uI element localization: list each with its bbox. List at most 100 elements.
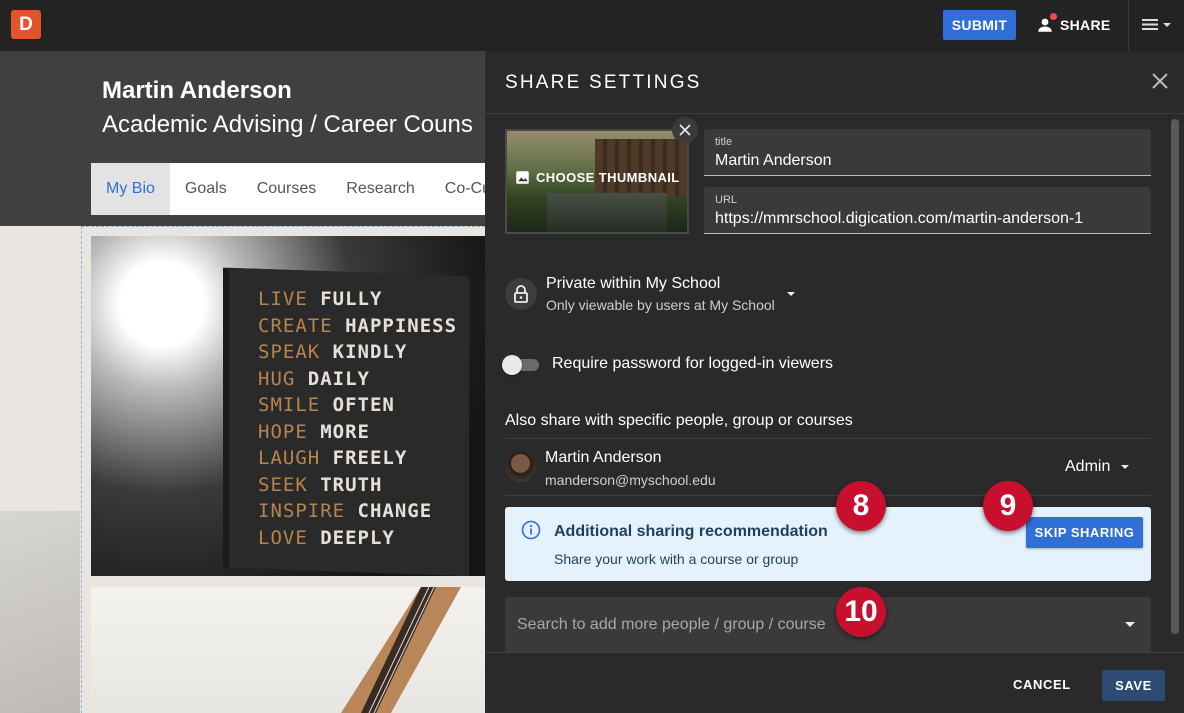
chevron-down-icon bbox=[1121, 465, 1130, 469]
book-word-line: HUG DAILY bbox=[258, 366, 457, 393]
book-word-line: LAUGH FREELY bbox=[258, 445, 457, 472]
divider bbox=[505, 438, 1151, 439]
url-field[interactable]: URL https://mmrschool.digication.com/mar… bbox=[704, 187, 1151, 234]
share-label: SHARE bbox=[1060, 17, 1111, 33]
recommendation-subtitle: Share your work with a course or group bbox=[554, 551, 799, 567]
book-word-verb: SMILE bbox=[258, 394, 321, 416]
book-image: LIVE FULLY CREATE HAPPINESS SPEAK KINDLY HU… bbox=[91, 236, 485, 576]
privacy-title: Private within My School bbox=[546, 275, 721, 292]
page-subtitle: Academic Advising / Career Couns bbox=[102, 111, 473, 138]
info-icon bbox=[521, 520, 541, 540]
share-button[interactable]: SHARE bbox=[1036, 10, 1111, 40]
remove-thumbnail-button[interactable] bbox=[672, 117, 698, 143]
step-marker-8: 8 bbox=[836, 481, 886, 531]
app-logo[interactable]: D bbox=[11, 10, 41, 39]
lock-icon-container bbox=[505, 278, 537, 310]
laptop-image-edge bbox=[0, 511, 80, 713]
password-toggle-label: Require password for logged-in viewers bbox=[552, 355, 834, 372]
chevron-down-icon[interactable] bbox=[1125, 622, 1135, 628]
skip-sharing-button[interactable]: SKIP SHARING bbox=[1026, 517, 1143, 548]
book-word-adverb: KINDLY bbox=[320, 341, 408, 363]
nav-tab-co-curricular[interactable]: Co-Cu bbox=[430, 163, 485, 215]
portfolio-page: Martin Anderson Academic Advising / Care… bbox=[0, 51, 485, 713]
toggle-knob bbox=[502, 355, 522, 375]
book-word-verb: SPEAK bbox=[258, 341, 321, 363]
cancel-button[interactable]: CANCEL bbox=[1013, 670, 1071, 700]
book-word-line: CREATE HAPPINESS bbox=[258, 313, 457, 340]
recommendation-title: Additional sharing recommendation bbox=[554, 523, 828, 540]
page-nav: My Bio Goals Courses Research Co-Cu bbox=[91, 163, 485, 215]
search-placeholder: Search to add more people / group / cour… bbox=[517, 616, 826, 633]
book-word-adverb: DEEPLY bbox=[307, 526, 395, 549]
role-value: Admin bbox=[1065, 458, 1111, 475]
lock-icon bbox=[514, 285, 528, 303]
book-word-line: SPEAK KINDLY bbox=[258, 339, 457, 366]
close-icon[interactable] bbox=[1150, 71, 1170, 91]
guitar-image bbox=[91, 587, 485, 713]
book-word-adverb: HAPPINESS bbox=[332, 314, 458, 337]
divider bbox=[505, 495, 1151, 496]
privacy-subtitle: Only viewable by users at My School bbox=[546, 297, 775, 313]
editor-guide-horizontal bbox=[81, 226, 485, 227]
step-marker-9: 9 bbox=[983, 481, 1033, 531]
book-word-line: LIVE FULLY bbox=[258, 286, 457, 313]
save-button[interactable]: SAVE bbox=[1102, 670, 1165, 701]
panel-scrollbar[interactable] bbox=[1171, 119, 1179, 634]
book-word-adverb: OFTEN bbox=[320, 394, 395, 416]
url-field-label: URL bbox=[715, 194, 738, 206]
book-word-verb: CREATE bbox=[258, 314, 333, 337]
hamburger-icon bbox=[1142, 19, 1158, 30]
book-words: LIVE FULLY CREATE HAPPINESS SPEAK KINDLY HU… bbox=[258, 286, 457, 551]
choose-thumbnail-label: CHOOSE THUMBNAIL bbox=[536, 170, 680, 185]
book-word-verb: HOPE bbox=[258, 420, 308, 443]
close-icon bbox=[679, 124, 691, 136]
title-field-value[interactable]: Martin Anderson bbox=[715, 152, 832, 170]
image-icon bbox=[516, 171, 529, 184]
main-menu-button[interactable] bbox=[1141, 14, 1172, 34]
privacy-text: Private within My School Only viewable b… bbox=[546, 275, 775, 313]
book-word-verb: LOVE bbox=[258, 526, 308, 549]
choose-thumbnail-button[interactable]: CHOOSE THUMBNAIL bbox=[515, 170, 680, 185]
page-header: Martin Anderson Academic Advising / Care… bbox=[0, 51, 485, 226]
book-word-adverb: MORE bbox=[307, 420, 370, 443]
panel-title: SHARE SETTINGS bbox=[505, 72, 702, 93]
book-word-adverb: FULLY bbox=[307, 288, 383, 310]
title-field-label: title bbox=[715, 136, 733, 148]
person-email: manderson@myschool.edu bbox=[545, 472, 716, 488]
book-word-line: HOPE MORE bbox=[258, 419, 457, 446]
book-word-adverb: FREELY bbox=[320, 447, 408, 469]
title-field[interactable]: title Martin Anderson bbox=[704, 129, 1151, 176]
book-word-verb: LIVE bbox=[258, 288, 308, 310]
nav-tab-research[interactable]: Research bbox=[331, 163, 429, 215]
nav-tab-goals[interactable]: Goals bbox=[170, 163, 242, 215]
submit-button[interactable]: SUBMIT bbox=[943, 10, 1016, 40]
person-name: Martin Anderson bbox=[545, 449, 662, 466]
share-settings-panel: SHARE SETTINGS CHOOSE THUMBNAIL title Ma… bbox=[485, 51, 1184, 713]
role-dropdown[interactable]: Admin bbox=[1065, 458, 1130, 476]
password-toggle[interactable] bbox=[502, 354, 540, 375]
sharing-recommendation-banner: Additional sharing recommendation Share … bbox=[505, 507, 1151, 581]
page-owner-name: Martin Anderson bbox=[102, 77, 292, 104]
book-word-adverb: CHANGE bbox=[345, 500, 433, 522]
avatar bbox=[505, 451, 536, 482]
book-word-adverb: TRUTH bbox=[307, 473, 383, 496]
add-people-search[interactable]: Search to add more people / group / cour… bbox=[505, 597, 1151, 653]
thumbnail-picker[interactable]: CHOOSE THUMBNAIL bbox=[505, 129, 689, 234]
notification-dot bbox=[1050, 13, 1057, 20]
book-word-verb: SEEK bbox=[258, 473, 308, 496]
book-word-line: SEEK TRUTH bbox=[258, 472, 457, 499]
book-word-verb: INSPIRE bbox=[258, 500, 346, 522]
book-word-line: SMILE OFTEN bbox=[258, 392, 457, 419]
panel-footer: CANCEL SAVE bbox=[485, 652, 1184, 713]
step-marker-10: 10 bbox=[836, 587, 886, 637]
nav-tab-my-bio[interactable]: My Bio bbox=[91, 163, 170, 215]
topbar-divider bbox=[1128, 0, 1129, 51]
top-bar: D SUBMIT SHARE bbox=[0, 0, 1184, 51]
nav-tab-courses[interactable]: Courses bbox=[242, 163, 332, 215]
privacy-selector[interactable]: Private within My School Only viewable b… bbox=[505, 275, 795, 313]
chevron-down-icon[interactable] bbox=[786, 289, 796, 299]
person-info: Martin Anderson manderson@myschool.edu bbox=[545, 449, 716, 488]
book-word-verb: LAUGH bbox=[258, 447, 321, 469]
book-word-line: INSPIRE CHANGE bbox=[258, 498, 457, 525]
url-field-value[interactable]: https://mmrschool.digication.com/martin-… bbox=[715, 210, 1083, 228]
